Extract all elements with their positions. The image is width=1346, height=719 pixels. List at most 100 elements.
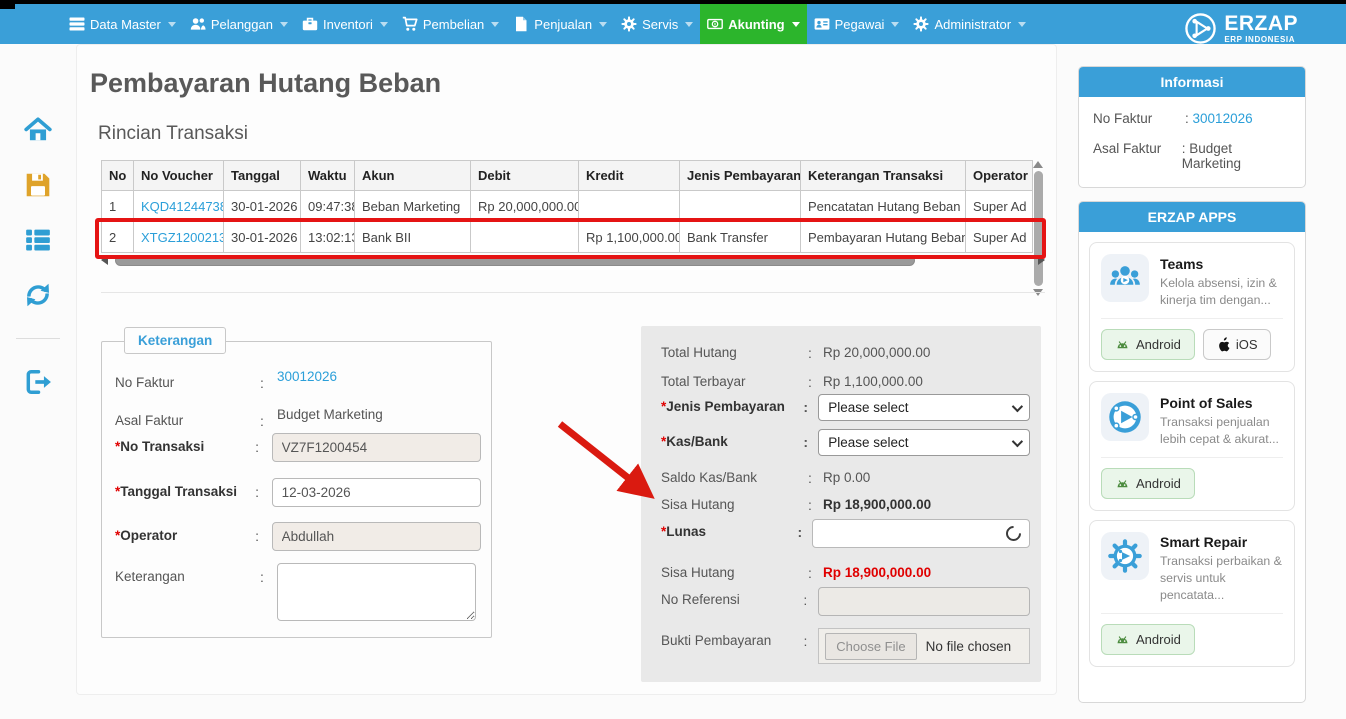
card-divider xyxy=(1101,318,1283,319)
scroll-left-icon[interactable] xyxy=(101,255,108,265)
nav-item-pelanggan[interactable]: Pelanggan xyxy=(183,4,295,44)
transaction-table: No No Voucher Tanggal Waktu Akun Debit K… xyxy=(101,160,1033,253)
brand-tagline: ERP INDONESIA xyxy=(1224,36,1298,44)
android-download-button[interactable]: Android xyxy=(1101,468,1195,499)
info-value: Budget Marketing xyxy=(1182,141,1241,171)
info-row-no-faktur: No Faktur : 30012026 xyxy=(1093,111,1291,126)
voucher-link[interactable]: XTGZ1200213 xyxy=(141,230,224,245)
choose-file-button[interactable]: Choose File xyxy=(825,633,916,660)
nav-item-label: Penjualan xyxy=(534,17,592,32)
field-label: No Referensi xyxy=(661,587,803,607)
no-transaksi-field xyxy=(272,433,481,462)
sisa-hutang-value: Rp 18,900,000.00 xyxy=(823,492,931,512)
chevron-down-icon xyxy=(685,22,693,27)
field-label: *Operator xyxy=(115,522,255,543)
tanggal-transaksi-field[interactable] xyxy=(272,478,481,507)
row-lunas: *Lunas : xyxy=(661,519,1030,548)
col-debit: Debit xyxy=(471,161,579,191)
nav-item-label: Administrator xyxy=(934,17,1011,32)
cell-voucher: XTGZ1200213 xyxy=(134,222,224,253)
erzap-logo-icon xyxy=(1184,12,1217,45)
table-vertical-scrollbar[interactable] xyxy=(1032,161,1044,296)
jenis-pembayaran-select[interactable]: Please select xyxy=(818,394,1030,421)
smart-repair-app-icon xyxy=(1101,532,1149,580)
row-total-hutang: Total Hutang : Rp 20,000,000.00 xyxy=(661,340,1030,361)
colon: : xyxy=(260,563,277,585)
sign-out-icon[interactable] xyxy=(24,368,52,396)
nav-item-administrator[interactable]: Administrator xyxy=(906,4,1033,44)
field-label: Total Hutang xyxy=(661,340,808,360)
chevron-down-icon xyxy=(792,22,800,27)
row-bukti-pembayaran: Bukti Pembayaran : Choose File No file c… xyxy=(661,628,1030,664)
android-download-button[interactable]: Android xyxy=(1101,624,1195,655)
kas-bank-select[interactable]: Please select xyxy=(818,429,1030,456)
file-icon xyxy=(513,16,529,32)
cell-waktu: 09:47:38 xyxy=(301,191,355,222)
save-icon[interactable] xyxy=(24,171,52,199)
field-label: Bukti Pembayaran xyxy=(661,628,803,648)
lunas-field[interactable] xyxy=(812,519,1030,548)
table-row-selected[interactable]: 2 XTGZ1200213 30-01-2026 13:02:13 Bank B… xyxy=(102,222,1033,253)
nav-item-data-master[interactable]: Data Master xyxy=(62,4,183,44)
sync-icon[interactable] xyxy=(24,281,52,309)
colon: : xyxy=(1182,141,1186,156)
chevron-down-icon xyxy=(380,22,388,27)
nav-item-label: Servis xyxy=(642,17,678,32)
form-row-asal-faktur: Asal Faktur : Budget Marketing xyxy=(115,407,481,429)
app-title: Smart Repair xyxy=(1160,534,1283,550)
main-navbar: Data Master Pelanggan Inventori Pembelia… xyxy=(0,4,1346,44)
asal-faktur-value: Budget Marketing xyxy=(277,407,383,422)
no-faktur-link[interactable]: 30012026 xyxy=(277,369,337,384)
nav-item-pegawai[interactable]: Pegawai xyxy=(807,4,907,44)
col-jenis: Jenis Pembayaran xyxy=(680,161,801,191)
colon: : xyxy=(255,433,271,455)
app-title: Point of Sales xyxy=(1160,395,1283,411)
page-title: Pembayaran Hutang Beban xyxy=(90,68,441,99)
chevron-down-icon xyxy=(491,22,499,27)
android-download-button[interactable]: Android xyxy=(1101,329,1195,360)
erzap-brand: ERZAP ERP INDONESIA xyxy=(1184,8,1298,48)
colon: : xyxy=(803,587,810,608)
cell-keterangan: Pembayaran Hutang Beban xyxy=(801,222,966,253)
col-tanggal: Tanggal xyxy=(224,161,301,191)
main-content: Pembayaran Hutang Beban Rincian Transaks… xyxy=(76,44,1057,695)
nav-item-label: Akunting xyxy=(728,17,784,32)
colon: : xyxy=(803,394,810,415)
nav-item-servis[interactable]: Servis xyxy=(614,4,700,44)
voucher-link[interactable]: KQD41244738 xyxy=(141,199,224,214)
point-of-sales-app-icon xyxy=(1101,393,1149,441)
nav-item-pembelian[interactable]: Pembelian xyxy=(395,4,506,44)
idcard-icon xyxy=(814,16,830,32)
colon: : xyxy=(255,478,271,500)
cell-tanggal: 30-01-2026 xyxy=(224,222,301,253)
list-view-icon[interactable] xyxy=(24,226,52,254)
col-waktu: Waktu xyxy=(301,161,355,191)
nav-item-label: Pembelian xyxy=(423,17,484,32)
field-label: Sisa Hutang xyxy=(661,492,808,512)
colon: : xyxy=(260,407,277,429)
nav-item-inventori[interactable]: Inventori xyxy=(295,4,395,44)
ios-download-button[interactable]: iOS xyxy=(1203,329,1272,360)
keterangan-textarea[interactable] xyxy=(277,563,476,621)
scrollbar-thumb[interactable] xyxy=(1034,171,1043,286)
home-icon[interactable] xyxy=(24,116,52,144)
table-horizontal-scrollbar[interactable] xyxy=(101,254,1045,266)
scroll-up-icon[interactable] xyxy=(1033,161,1043,168)
form-row-keterangan: Keterangan : xyxy=(115,563,481,621)
bukti-pembayaran-file-input[interactable]: Choose File No file chosen xyxy=(818,628,1030,664)
section-divider xyxy=(101,292,1045,293)
total-hutang-value: Rp 20,000,000.00 xyxy=(823,340,930,360)
cell-keterangan: Pencatatan Hutang Beban xyxy=(801,191,966,222)
app-desc: Transaksi perbaikan & servis untuk penca… xyxy=(1160,553,1283,603)
nav-item-penjualan[interactable]: Penjualan xyxy=(506,4,614,44)
table-row[interactable]: 1 KQD41244738 30-01-2026 09:47:38 Beban … xyxy=(102,191,1033,222)
briefcase-icon xyxy=(302,16,318,32)
brand-name: ERZAP xyxy=(1224,13,1298,34)
nav-item-akunting[interactable]: Akunting xyxy=(700,4,806,44)
scroll-right-icon[interactable] xyxy=(1038,255,1045,265)
users-icon xyxy=(190,16,206,32)
no-faktur-link[interactable]: 30012026 xyxy=(1193,111,1253,126)
colon: : xyxy=(255,522,271,544)
row-sisa-hutang-red: Sisa Hutang : Rp 18,900,000.00 xyxy=(661,560,1030,581)
scrollbar-thumb[interactable] xyxy=(115,255,915,266)
